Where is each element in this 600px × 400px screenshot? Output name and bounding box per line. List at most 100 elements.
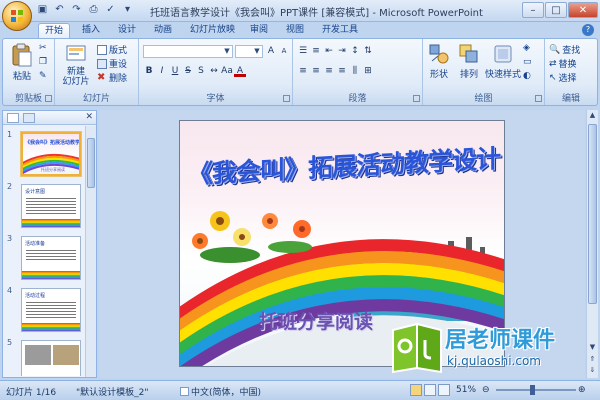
shape-effects-button[interactable]: ◐ bbox=[523, 71, 531, 81]
tab-review[interactable]: 审阅 bbox=[244, 23, 274, 38]
format-painter-button[interactable]: ✎ bbox=[39, 71, 47, 81]
slides-tab[interactable] bbox=[7, 113, 19, 123]
align-center-icon[interactable]: ≡ bbox=[310, 65, 322, 77]
tab-insert[interactable]: 插入 bbox=[76, 23, 106, 38]
minimize-button[interactable]: – bbox=[522, 2, 544, 18]
strikethrough-icon[interactable]: S bbox=[182, 65, 194, 77]
arrange-button[interactable]: 排列 bbox=[455, 43, 483, 80]
thumbnail-slide-1[interactable]: 《我会叫》拓展活动教学设计 托班分享阅读 bbox=[21, 132, 81, 176]
find-button[interactable]: 🔍 查找 bbox=[549, 43, 580, 57]
scroll-down-icon[interactable]: ▼ bbox=[587, 342, 598, 353]
previous-slide-icon[interactable]: ⇑ bbox=[587, 354, 598, 365]
shape-outline-button[interactable]: ▭ bbox=[523, 57, 532, 67]
thumbnail-slide-2[interactable]: 设计意图 bbox=[21, 184, 81, 228]
grow-font-icon[interactable]: A bbox=[265, 45, 277, 57]
tab-view[interactable]: 视图 bbox=[280, 23, 310, 38]
char-spacing-icon[interactable]: ↔ bbox=[208, 65, 220, 77]
print-preview-icon[interactable]: ⎙ bbox=[87, 3, 100, 16]
zoom-level[interactable]: 51% bbox=[456, 385, 476, 395]
cut-button[interactable]: ✂ bbox=[39, 43, 47, 53]
shadow-icon[interactable]: S bbox=[195, 65, 207, 77]
tab-design[interactable]: 设计 bbox=[112, 23, 142, 38]
tab-home[interactable]: 开始 bbox=[38, 23, 71, 38]
spelling-icon[interactable]: ✓ bbox=[104, 3, 117, 16]
office-button[interactable] bbox=[2, 1, 32, 31]
thumbnail-row[interactable]: 4 活动过程 bbox=[5, 286, 85, 334]
help-icon[interactable]: ? bbox=[582, 24, 594, 36]
paste-button[interactable]: 粘贴 bbox=[9, 43, 35, 82]
normal-view-icon[interactable] bbox=[410, 384, 422, 396]
zoom-in-icon[interactable]: ⊕ bbox=[578, 385, 586, 395]
zoom-out-icon[interactable]: ⊖ bbox=[482, 385, 490, 395]
align-left-icon[interactable]: ≡ bbox=[297, 65, 309, 77]
group-label-editing: 编辑 bbox=[561, 94, 580, 104]
font-size-combo[interactable]: ▼ bbox=[235, 45, 263, 58]
outline-tab[interactable] bbox=[23, 113, 35, 123]
slideshow-view-icon[interactable] bbox=[438, 384, 450, 396]
shape-fill-button[interactable]: ◈ bbox=[523, 43, 530, 53]
thumbnail-row[interactable]: 2 设计意图 bbox=[5, 182, 85, 230]
quick-styles-button[interactable]: 快速样式 bbox=[485, 43, 521, 80]
select-label: 选择 bbox=[558, 74, 577, 84]
paragraph-launcher-icon[interactable] bbox=[413, 95, 420, 102]
save-icon[interactable]: ▣ bbox=[36, 3, 49, 16]
numbering-icon[interactable]: ≡ bbox=[310, 45, 322, 57]
font-name-dropdown-icon[interactable]: ▼ bbox=[222, 46, 232, 57]
tab-animations[interactable]: 动画 bbox=[148, 23, 178, 38]
text-direction-icon[interactable]: ⇅ bbox=[362, 45, 374, 57]
smartart-icon[interactable]: ⊞ bbox=[362, 65, 374, 77]
slide-subtitle[interactable]: 托班分享阅读 bbox=[226, 307, 406, 334]
increase-indent-icon[interactable]: ⇥ bbox=[336, 45, 348, 57]
thumbnail-row[interactable]: 1 《我会叫》拓展活动教学设计 托班分享阅读 bbox=[5, 130, 85, 178]
thumbnail-row[interactable]: 5 bbox=[5, 338, 85, 376]
delete-slide-button[interactable]: ✖ 删除 bbox=[97, 71, 127, 84]
customize-icon[interactable]: ▾ bbox=[121, 3, 134, 16]
maximize-button[interactable]: □ bbox=[545, 2, 567, 18]
tab-developer[interactable]: 开发工具 bbox=[316, 23, 364, 38]
scroll-up-icon[interactable]: ▲ bbox=[587, 110, 598, 121]
layout-button[interactable]: 版式 bbox=[97, 43, 127, 56]
align-right-icon[interactable]: ≡ bbox=[323, 65, 335, 77]
close-button[interactable]: ✕ bbox=[568, 2, 598, 18]
font-size-dropdown-icon[interactable]: ▼ bbox=[252, 46, 262, 57]
bold-icon[interactable]: B bbox=[143, 65, 155, 77]
decrease-indent-icon[interactable]: ⇤ bbox=[323, 45, 335, 57]
thumbnail-scrollbar[interactable] bbox=[85, 126, 96, 377]
close-pane-icon[interactable]: ✕ bbox=[85, 112, 93, 122]
font-color-icon[interactable]: A bbox=[234, 65, 246, 77]
zoom-slider-knob[interactable] bbox=[530, 385, 535, 395]
editor-scrollbar[interactable]: ▲ ▼ ⇑ ⇓ bbox=[586, 110, 598, 378]
font-name-combo[interactable]: ▼ bbox=[143, 45, 233, 58]
redo-icon[interactable]: ↷ bbox=[70, 3, 83, 16]
thumbnail-slide-3[interactable]: 活动准备 bbox=[21, 236, 81, 280]
shapes-button[interactable]: 形状 bbox=[425, 43, 453, 80]
zoom-slider[interactable] bbox=[496, 389, 576, 391]
group-label-slides: 幻灯片 bbox=[82, 94, 110, 104]
thumbnail-row[interactable]: 3 活动准备 bbox=[5, 234, 85, 282]
clipboard-launcher-icon[interactable] bbox=[45, 95, 52, 102]
underline-icon[interactable]: U bbox=[169, 65, 181, 77]
slide-sorter-icon[interactable] bbox=[424, 384, 436, 396]
line-spacing-icon[interactable]: ↕ bbox=[349, 45, 361, 57]
tab-slideshow[interactable]: 幻灯片放映 bbox=[184, 23, 241, 38]
shrink-font-icon[interactable]: A bbox=[278, 45, 290, 57]
language-status[interactable]: 中文(简体，中国) bbox=[180, 385, 261, 398]
undo-icon[interactable]: ↶ bbox=[53, 3, 66, 16]
change-case-icon[interactable]: Aa bbox=[221, 65, 233, 77]
editor-scroll-thumb[interactable] bbox=[588, 124, 597, 304]
copy-button[interactable]: ❐ bbox=[39, 57, 47, 67]
italic-icon[interactable]: I bbox=[156, 65, 168, 77]
thumbnail-slide-5[interactable] bbox=[21, 340, 81, 376]
thumbnail-scroll-thumb[interactable] bbox=[87, 138, 95, 188]
thumbnail-slide-4[interactable]: 活动过程 bbox=[21, 288, 81, 332]
columns-icon[interactable]: ⫼ bbox=[349, 65, 361, 77]
drawing-launcher-icon[interactable] bbox=[535, 95, 542, 102]
reset-button[interactable]: 重设 bbox=[97, 57, 127, 70]
font-launcher-icon[interactable] bbox=[283, 95, 290, 102]
justify-icon[interactable]: ≡ bbox=[336, 65, 348, 77]
replace-button[interactable]: ⇄ 替换 bbox=[549, 57, 577, 71]
bullets-icon[interactable]: ☰ bbox=[297, 45, 309, 57]
select-button[interactable]: ↖ 选择 bbox=[549, 71, 577, 85]
next-slide-icon[interactable]: ⇓ bbox=[587, 365, 598, 376]
new-slide-button[interactable]: 新建 幻灯片 bbox=[59, 43, 93, 87]
